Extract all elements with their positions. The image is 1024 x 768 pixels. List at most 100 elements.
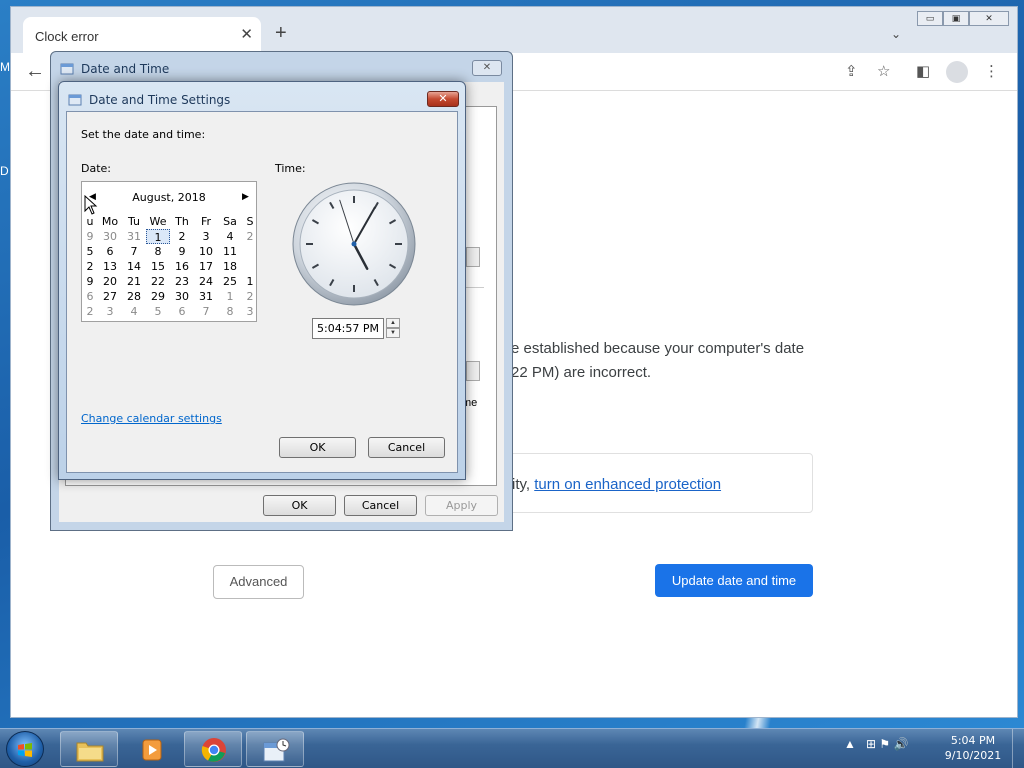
dialog-title: Date and Time [81,62,170,76]
calendar-day[interactable]: 14 [122,259,146,274]
calendar-day[interactable]: 30 [170,289,194,304]
calendar-day[interactable]: 2 [242,289,258,304]
calendar-day[interactable]: 24 [194,274,218,289]
calendar-day[interactable]: 4 [122,304,146,319]
taskbar-explorer[interactable] [60,731,118,767]
analog-clock [292,182,416,306]
calendar-day[interactable]: 1 [218,289,242,304]
calendar-day[interactable]: 2 [82,304,98,319]
tray-icons[interactable]: ⊞ ⚑ 🔊 [866,737,908,751]
calendar-month-year[interactable]: August, 2018 [82,191,256,204]
calendar-day[interactable]: 21 [122,274,146,289]
ok-button[interactable]: OK [263,495,336,516]
show-desktop-button[interactable] [1012,729,1024,768]
calendar-day[interactable]: 29 [146,289,170,304]
tab-close-icon[interactable]: ✕ [240,25,253,43]
partial-button-2[interactable] [466,361,480,381]
calendar-day[interactable]: 20 [98,274,122,289]
calendar-day[interactable]: 10 [194,244,218,259]
calendar-day[interactable]: 13 [98,259,122,274]
calendar-day[interactable]: 2 [242,229,258,244]
calendar-day[interactable]: 16 [170,259,194,274]
change-calendar-settings-link[interactable]: Change calendar settings [81,412,222,425]
calendar-day[interactable]: 7 [122,244,146,259]
calendar-day[interactable]: 31 [122,229,146,244]
date-label: Date: [81,162,111,175]
taskbar-clock[interactable]: 5:04 PM 9/10/2021 [940,733,1006,763]
calendar-day[interactable]: 1 [242,274,258,289]
calendar-day[interactable]: 3 [242,304,258,319]
calendar-day[interactable]: 28 [122,289,146,304]
calendar-day[interactable]: 4 [218,229,242,244]
taskbar-chrome[interactable] [184,731,242,767]
advanced-button[interactable]: Advanced [213,565,304,599]
calendar-day[interactable]: 1 [146,229,170,244]
calendar-day[interactable]: 23 [170,274,194,289]
bookmark-star-icon[interactable]: ☆ [877,64,890,79]
maximize-button[interactable]: ▣ [943,11,969,26]
profile-avatar-icon[interactable] [946,61,968,83]
calendar-week-row: 5 6 7 8 9 10 11 [82,244,258,259]
clock-center-pin [351,241,357,247]
calendar-day[interactable]: 8 [218,304,242,319]
separator [466,287,484,288]
calendar-day[interactable]: 31 [194,289,218,304]
time-input[interactable]: 5:04:57 PM [312,318,384,339]
calendar-day[interactable]: 6 [170,304,194,319]
calendar-day[interactable]: 25 [218,274,242,289]
cancel-button[interactable]: Cancel [368,437,445,458]
error-text-line-1: e established because your computer's da… [511,340,805,357]
calendar-day[interactable] [242,259,258,274]
back-arrow-icon[interactable]: ← [25,61,45,81]
calendar-day[interactable]: 9 [82,274,98,289]
calendar-day[interactable]: 2 [82,259,98,274]
calendar-day[interactable]: 3 [194,229,218,244]
taskbar: ▲ ⊞ ⚑ 🔊 5:04 PM 9/10/2021 [0,728,1024,768]
windows-logo-icon [18,743,32,757]
side-panel-icon[interactable]: ◧ [916,64,930,79]
spin-down-arrow-icon[interactable]: ▼ [386,328,400,338]
calendar-day[interactable]: 8 [146,244,170,259]
calendar-day[interactable]: 7 [194,304,218,319]
close-window-button[interactable]: ✕ [969,11,1009,26]
dialog-title-bar[interactable]: Date and Time ✕ [51,52,512,82]
calendar-day[interactable]: 15 [146,259,170,274]
calendar-day[interactable]: 18 [218,259,242,274]
partial-button-1[interactable] [466,247,480,267]
tab-title: Clock error [35,29,99,44]
tab-search-chevron-icon[interactable]: ⌄ [891,27,901,41]
taskbar-date-time[interactable] [246,731,304,767]
calendar-day[interactable]: 2 [170,229,194,244]
calendar-day[interactable]: 27 [98,289,122,304]
calendar-day[interactable]: 9 [82,229,98,244]
cancel-button[interactable]: Cancel [344,495,417,516]
calendar-day[interactable]: 6 [98,244,122,259]
close-icon[interactable]: ✕ [427,91,459,107]
calendar-day[interactable]: 6 [82,289,98,304]
calendar-day[interactable]: 5 [82,244,98,259]
calendar-day[interactable]: 30 [98,229,122,244]
dialog-close-button[interactable]: ✕ [472,60,502,76]
apply-button[interactable]: Apply [425,495,498,516]
calendar-day[interactable]: 5 [146,304,170,319]
ok-button[interactable]: OK [279,437,356,458]
calendar-day[interactable]: 17 [194,259,218,274]
new-tab-button[interactable]: + [275,23,287,43]
calendar-day[interactable]: 22 [146,274,170,289]
minimize-button[interactable]: ▭ [917,11,943,26]
calendar-day[interactable]: 9 [170,244,194,259]
enhanced-protection-link[interactable]: turn on enhanced protection [534,476,721,493]
browser-tab[interactable]: Clock error ✕ [23,17,261,53]
taskbar-media-player[interactable] [122,731,176,767]
spin-up-arrow-icon[interactable]: ▲ [386,318,400,328]
calendar-day[interactable]: 11 [218,244,242,259]
menu-dots-icon[interactable]: ⋮ [984,64,999,79]
update-date-time-button[interactable]: Update date and time [655,564,813,597]
start-button[interactable] [6,731,44,767]
calendar-day[interactable] [242,244,258,259]
next-month-arrow-icon[interactable]: ▶ [242,191,249,202]
desktop-icon-label-m: M [0,60,10,74]
calendar-day[interactable]: 3 [98,304,122,319]
show-hidden-icons-arrow-icon[interactable]: ▲ [844,737,856,751]
share-icon[interactable]: ⇪ [845,64,858,79]
